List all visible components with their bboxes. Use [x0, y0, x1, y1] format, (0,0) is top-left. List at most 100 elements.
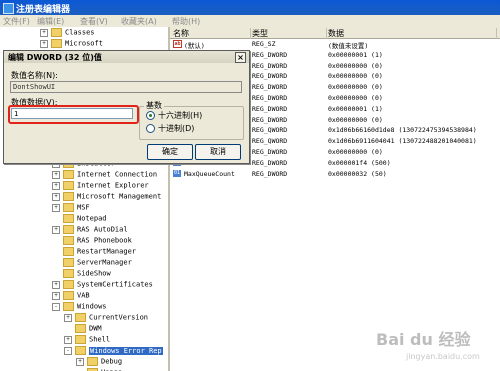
expand-icon[interactable]: + [52, 170, 60, 179]
expand-icon[interactable]: + [52, 203, 60, 212]
tree-item[interactable]: + Internet Connection [52, 170, 157, 181]
expand-icon[interactable]: + [40, 39, 48, 48]
folder-icon [63, 280, 74, 289]
tree-item[interactable]: + SystemCertificates [52, 280, 153, 291]
radio-selected-icon [146, 111, 155, 120]
value-type: REG_DWORD [252, 61, 288, 70]
tree-item[interactable]: Notepad [52, 214, 107, 225]
tree-item[interactable]: DWM [64, 324, 102, 335]
menu-favorites[interactable]: 收藏夹(A) [121, 16, 157, 27]
tree-item[interactable]: + RAS AutoDial [52, 225, 128, 236]
regedit-app-icon [3, 3, 14, 14]
tree-item-label: Microsoft Management [77, 192, 162, 201]
folder-icon [75, 313, 86, 322]
collapse-icon[interactable]: - [52, 302, 60, 311]
tree-item-label: Internet Explorer [77, 181, 149, 190]
folder-icon [63, 214, 74, 223]
cancel-button[interactable]: 取消 [195, 144, 241, 160]
ok-button[interactable]: 确定 [147, 144, 193, 160]
tree-item[interactable]: ServerManager [52, 258, 132, 269]
tree-item[interactable]: RAS Phonebook [52, 236, 132, 247]
col-type-header[interactable]: 类型 [252, 28, 327, 39]
folder-icon [63, 247, 74, 256]
value-type: REG_DWORD [252, 50, 288, 59]
value-data-input[interactable]: 1 [11, 108, 133, 119]
folder-icon [63, 258, 74, 267]
expand-icon[interactable]: + [64, 335, 72, 344]
col-name-header[interactable]: 名称 [173, 28, 251, 39]
value-data: 0x00000000 (0) [328, 83, 383, 92]
expand-icon[interactable]: + [52, 291, 60, 300]
tree-item[interactable]: + Microsoft Management [52, 192, 161, 203]
radio-unselected-icon [146, 124, 155, 133]
value-type: REG_DWORD [252, 104, 288, 113]
tree-item[interactable]: + Internet Explorer [52, 181, 149, 192]
expand-icon[interactable]: + [52, 280, 60, 289]
expand-icon[interactable]: + [64, 313, 72, 322]
list-row[interactable]: ab (默认) REG_SZ (数值未设置) [170, 39, 500, 50]
folder-icon [63, 181, 74, 190]
tree-item-label: Classes [65, 28, 95, 37]
folder-icon [75, 324, 86, 333]
string-value-icon: ab [173, 40, 182, 48]
edit-dword-dialog: 编辑 DWORD (32 位)值 × 数值名称(N): DontShowUI 数… [3, 50, 250, 164]
value-type: REG_DWORD [252, 169, 288, 178]
value-name-field: DontShowUI [10, 81, 242, 93]
binary-value-icon: 01 [173, 169, 181, 177]
menu-edit[interactable]: 编辑(E) [37, 16, 64, 27]
folder-icon [63, 203, 74, 212]
hex-radio-label: 十六进制(H) [158, 111, 203, 120]
menu-help[interactable]: 帮助(H) [172, 16, 200, 27]
tree-item[interactable]: + Debug [76, 357, 122, 368]
dec-radio[interactable]: 十进制(D) [146, 123, 194, 134]
value-data: 0x1d06b66160d1de8 (130722475394538984) [328, 126, 477, 135]
tree-item-label: DWM [89, 324, 102, 333]
expand-icon[interactable]: + [52, 192, 60, 201]
tree-item[interactable]: RestartManager [52, 247, 136, 258]
close-icon[interactable]: × [235, 52, 246, 63]
tree-item[interactable]: - Windows [52, 302, 107, 313]
folder-icon [63, 291, 74, 300]
value-data: (数值未设置) [328, 42, 369, 50]
folder-icon [63, 170, 74, 179]
hex-radio[interactable]: 十六进制(H) [146, 110, 202, 121]
tree-item-label: Microsoft [65, 39, 103, 48]
collapse-icon[interactable]: - [64, 346, 72, 355]
menu-view[interactable]: 查看(V) [80, 16, 108, 27]
value-data: 0x00000000 (0) [328, 115, 383, 124]
folder-icon [63, 225, 74, 234]
tree-item[interactable]: + VAB [52, 291, 90, 302]
tree-item-label: RAS AutoDial [77, 225, 128, 234]
value-data: 0x00000000 (0) [328, 94, 383, 102]
tree-item[interactable]: + CurrentVersion [64, 313, 148, 324]
tree-item[interactable]: - Windows Error Rep [64, 346, 163, 357]
tree-item[interactable]: + Classes [40, 28, 95, 39]
menu-file[interactable]: 文件(F) [3, 16, 30, 27]
tree-item-label: CurrentVersion [89, 313, 149, 322]
expand-icon[interactable]: + [76, 357, 84, 366]
value-name: (默认) [184, 42, 205, 50]
tree-item-label: SystemCertificates [77, 280, 153, 289]
folder-icon [63, 192, 74, 201]
tree-item-label: Windows [77, 302, 107, 311]
expand-icon[interactable]: + [52, 225, 60, 234]
col-data-header[interactable]: 数据 [328, 28, 497, 39]
watermark-url: jingyan.baidu.com [406, 352, 480, 361]
tree-item[interactable]: + Microsoft [40, 39, 103, 50]
dialog-titlebar: 编辑 DWORD (32 位)值 × [4, 51, 249, 63]
folder-icon [51, 28, 62, 37]
expand-icon[interactable]: + [40, 28, 48, 37]
value-data: 0x1d06b6911604041 (130722488201040081) [328, 137, 477, 146]
dec-radio-label: 十进制(D) [158, 124, 195, 133]
tree-item-label: Windows Error Rep [89, 346, 163, 355]
value-name-label: 数值名称(N): [11, 71, 58, 80]
tree-item[interactable]: + MSF [52, 203, 90, 214]
tree-item-label: ServerManager [77, 258, 132, 267]
list-row[interactable]: 01 MaxQueueCount REG_DWORD 0x00000032 (50) [170, 169, 500, 180]
tree-item[interactable]: SideShow [52, 269, 111, 280]
expand-icon[interactable]: + [52, 181, 60, 190]
folder-icon [63, 236, 74, 245]
value-data: 0x00000001 (1) [328, 50, 383, 59]
tree-item-label: MSF [77, 203, 90, 212]
tree-item[interactable]: + Shell [64, 335, 110, 346]
